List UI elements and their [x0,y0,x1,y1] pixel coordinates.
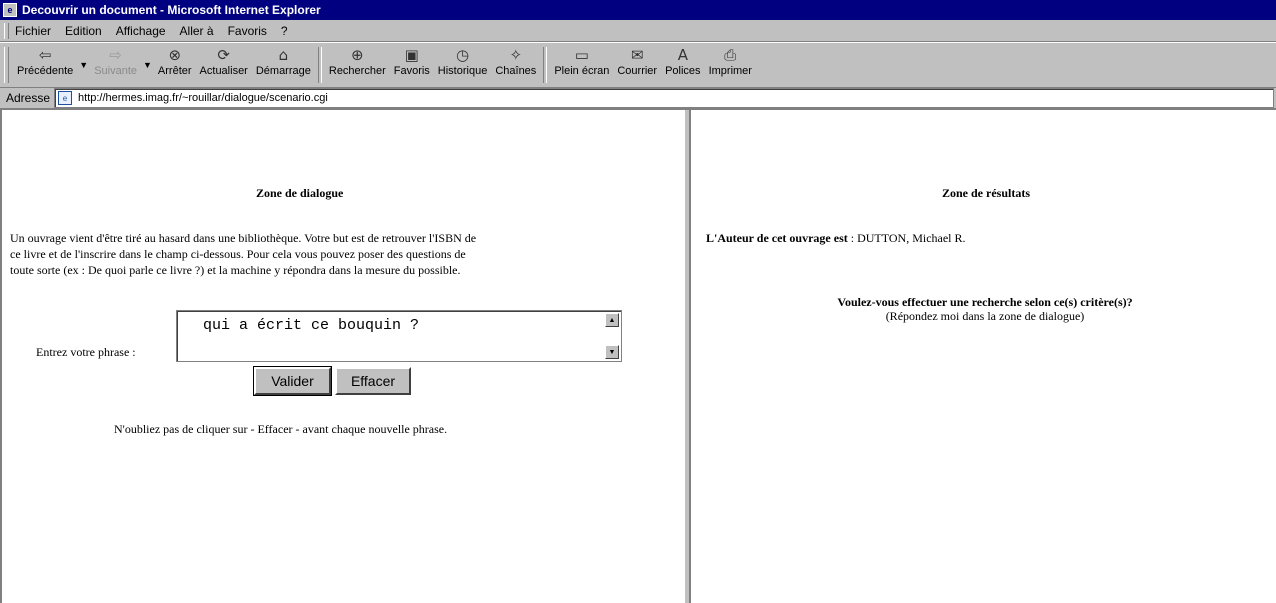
author-result: L'Auteur de cet ouvrage est : DUTTON, Mi… [706,230,966,246]
response-hint: (Répondez moi dans la zone de dialogue) [885,309,1085,323]
toolbar-separator [543,47,548,83]
mail-label: Courrier [617,65,658,77]
window-title-bar: e Decouvrir un document - Microsoft Inte… [0,0,1276,20]
refresh-icon: ⟳ [217,46,230,64]
back-label: Précédente [17,65,74,77]
toolbar-grip [4,47,9,83]
menu-bar: Fichier Edition Affichage Aller à Favori… [0,20,1276,42]
standard-toolbar: ⇦ Précédente ▼ ⇨ Suivante ▼ ⊗ Arrêter ⟳ … [0,42,1276,88]
fullscreen-icon: ▭ [574,46,589,64]
stop-label: Arrêter [157,65,192,77]
menu-help[interactable]: ? [281,24,288,38]
forward-label: Suivante [94,65,137,77]
forward-button[interactable]: ⇨ Suivante [90,45,141,85]
reminder-text: N'oubliez pas de cliquer sur - Effacer -… [114,422,448,436]
window-title: Decouvrir un document - Microsoft Intern… [22,3,321,17]
menu-aller-a[interactable]: Aller à [180,24,214,38]
clear-button[interactable]: Effacer [335,367,411,395]
results-zone-title: Zone de résultats [942,186,1030,200]
back-button[interactable]: ⇦ Précédente [13,45,77,85]
refresh-label: Actualiser [199,65,248,77]
intro-line-2: ce livre et de l'inscrire dans le champ … [10,247,466,261]
scroll-down-icon[interactable]: ▼ [605,345,619,359]
print-button[interactable]: ⎙ Imprimer [705,45,756,85]
channels-button[interactable]: ✧ Chaînes [491,45,540,85]
menu-grip [4,22,9,39]
menu-favoris[interactable]: Favoris [228,24,267,38]
print-label: Imprimer [708,65,752,77]
fonts-label: Polices [665,65,701,77]
author-prefix: L'Auteur de cet ouvrage est [706,231,848,245]
back-dropdown-icon[interactable]: ▼ [79,60,88,70]
channels-label: Chaînes [495,65,537,77]
input-label: Entrez votre phrase : [36,345,136,359]
frame-divider[interactable] [684,110,691,603]
menu-edition[interactable]: Edition [65,24,102,38]
phrase-textarea-value: qui a écrit ce bouquin ? [203,317,420,334]
page-icon: e [58,91,73,105]
search-icon: ⊕ [351,46,364,64]
author-value: : DUTTON, Michael R. [847,231,966,245]
back-arrow-icon: ⇦ [38,46,52,64]
history-button[interactable]: ◷ Historique [434,45,492,85]
home-button[interactable]: ⌂ Démarrage [252,45,315,85]
address-input[interactable]: e http://hermes.imag.fr/~rouillar/dialog… [54,88,1274,108]
dialogue-zone-title: Zone de dialogue [256,186,344,200]
fullscreen-label: Plein écran [554,65,610,77]
stop-icon: ⊗ [168,46,182,64]
ie-app-icon: e [3,3,17,17]
forward-arrow-icon: ⇨ [109,46,122,64]
mail-button[interactable]: ✉ Courrier [613,45,661,85]
address-label: Adresse [6,91,51,105]
menu-fichier[interactable]: Fichier [15,24,51,38]
print-icon: ⎙ [724,46,737,64]
dialogue-frame: Zone de dialogue Un ouvrage vient d'être… [10,110,680,600]
scroll-up-icon[interactable]: ▲ [605,313,619,327]
favorites-icon: ▣ [404,46,419,64]
forward-dropdown-icon[interactable]: ▼ [143,60,152,70]
mail-icon: ✉ [630,46,644,64]
fonts-icon: A [677,46,688,64]
phrase-textarea[interactable]: qui a écrit ce bouquin ? ▲ ▼ [176,310,622,362]
submit-button[interactable]: Valider [253,366,332,396]
address-bar: Adresse e http://hermes.imag.fr/~rouilla… [0,88,1276,110]
history-icon: ◷ [456,46,470,64]
intro-line-3: toute sorte (ex : De quoi parle ce livre… [10,263,461,277]
results-frame: Zone de résultats L'Auteur de cet ouvrag… [700,110,1270,600]
intro-line-1: Un ouvrage vient d'être tiré au hasard d… [10,231,477,245]
channels-icon: ✧ [509,46,523,64]
home-icon: ⌂ [278,46,289,64]
search-label: Rechercher [328,65,386,77]
fullscreen-button[interactable]: ▭ Plein écran [550,45,613,85]
history-label: Historique [437,65,488,77]
refresh-button[interactable]: ⟳ Actualiser [196,45,252,85]
textarea-scrollbar[interactable]: ▲ ▼ [605,313,619,359]
stop-button[interactable]: ⊗ Arrêter [154,45,196,85]
favorites-button[interactable]: ▣ Favoris [390,45,434,85]
address-url: http://hermes.imag.fr/~rouillar/dialogue… [78,92,328,104]
menu-affichage[interactable]: Affichage [116,24,166,38]
frames-content: Zone de dialogue Un ouvrage vient d'être… [0,110,1276,603]
favorites-label: Favoris [393,65,430,77]
intro-paragraph: Un ouvrage vient d'être tiré au hasard d… [10,230,676,278]
search-button[interactable]: ⊕ Rechercher [325,45,390,85]
toolbar-separator [317,47,322,83]
home-label: Démarrage [255,65,311,77]
fonts-button[interactable]: A Polices [661,45,704,85]
